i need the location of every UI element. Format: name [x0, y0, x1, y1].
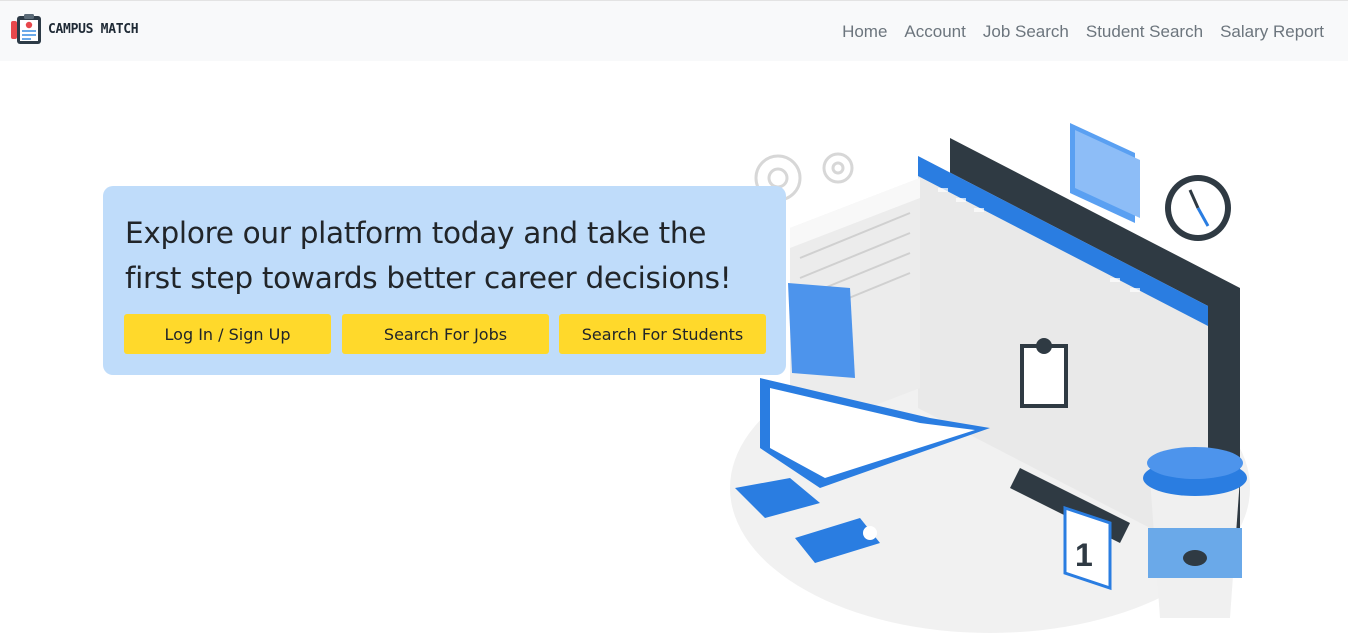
hero-card: Explore our platform today and take the …: [103, 186, 786, 375]
calendar-icon: 1: [1063, 505, 1112, 591]
brand-name: CAMPUS MATCH: [48, 21, 139, 37]
coffee-cup-icon: [1143, 447, 1247, 618]
nav-links: Home Account Job Search Student Search S…: [842, 22, 1324, 42]
clock-icon: [1165, 175, 1231, 241]
nav-link-account[interactable]: Account: [904, 22, 965, 42]
hero-headline: Explore our platform today and take the …: [125, 216, 732, 295]
resume-clipboard-icon: [11, 14, 41, 44]
nav-link-home[interactable]: Home: [842, 22, 887, 42]
search-jobs-button[interactable]: Search For Jobs: [342, 314, 549, 354]
search-students-button[interactable]: Search For Students: [559, 314, 766, 354]
nav-link-job-search[interactable]: Job Search: [983, 22, 1069, 42]
hero-illustration: 1: [730, 123, 1250, 633]
nav-link-salary-report[interactable]: Salary Report: [1220, 22, 1324, 42]
puzzle-piece-icon: [1020, 338, 1068, 408]
svg-text:1: 1: [1075, 537, 1093, 573]
nav-link-student-search[interactable]: Student Search: [1086, 22, 1203, 42]
top-navbar: CAMPUS MATCH Home Account Job Search Stu…: [0, 0, 1348, 61]
brand[interactable]: CAMPUS MATCH: [9, 11, 139, 47]
login-signup-button[interactable]: Log In / Sign Up: [124, 314, 331, 354]
